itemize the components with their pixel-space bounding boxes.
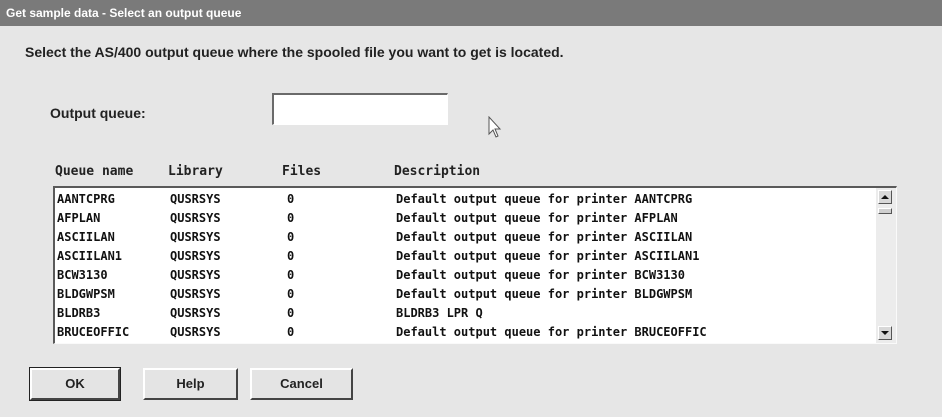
queue-library: QUSRSYS	[170, 230, 221, 244]
column-header-library: Library	[168, 164, 223, 179]
column-header-description: Description	[394, 164, 481, 179]
window-title: Get sample data - Select an output queue	[0, 0, 942, 26]
help-button[interactable]: Help	[143, 368, 238, 400]
queue-files: 0	[287, 192, 295, 206]
arrow-up-icon	[881, 195, 889, 199]
list-item[interactable]: AFPLAN QUSRSYS 0 Default output queue fo…	[55, 210, 875, 226]
queue-description: BLDRB3 LPR Q	[396, 306, 483, 320]
queue-files: 0	[287, 325, 295, 339]
queue-files: 0	[287, 306, 295, 320]
scroll-down-button[interactable]	[878, 326, 892, 340]
column-header-files: Files	[282, 164, 322, 179]
queue-library: QUSRSYS	[170, 287, 221, 301]
queue-library: QUSRSYS	[170, 249, 221, 263]
queue-files: 0	[287, 287, 295, 301]
queue-name: ASCIILAN	[57, 230, 115, 244]
queue-library: QUSRSYS	[170, 325, 221, 339]
queue-description: Default output queue for printer AFPLAN	[396, 211, 678, 225]
cancel-button[interactable]: Cancel	[250, 368, 353, 400]
arrow-down-icon	[881, 331, 889, 335]
queue-library: QUSRSYS	[170, 268, 221, 282]
queue-files: 0	[287, 230, 295, 244]
vertical-scrollbar[interactable]	[876, 188, 896, 343]
list-item[interactable]: BLDGWPSM QUSRSYS 0 Default output queue …	[55, 286, 875, 302]
queue-library: QUSRSYS	[170, 211, 221, 225]
queue-name: ASCIILAN1	[57, 249, 123, 263]
scroll-up-button[interactable]	[878, 190, 892, 204]
scroll-thumb[interactable]	[878, 208, 892, 214]
output-queue-list[interactable]: AANTCPRG QUSRSYS 0 Default output queue …	[53, 186, 897, 344]
dialog-body: Select the AS/400 output queue where the…	[0, 26, 942, 417]
list-item[interactable]: ASCIILAN QUSRSYS 0 Default output queue …	[55, 229, 875, 245]
list-item[interactable]: ASCIILAN1 QUSRSYS 0 Default output queue…	[55, 248, 875, 264]
ok-button[interactable]: OK	[30, 368, 120, 400]
column-header-queue-name: Queue name	[55, 164, 134, 179]
queue-description: Default output queue for printer BRUCEOF…	[396, 325, 707, 339]
queue-description: Default output queue for printer ASCIILA…	[396, 249, 700, 263]
list-item[interactable]: AANTCPRG QUSRSYS 0 Default output queue …	[55, 191, 875, 207]
queue-library: QUSRSYS	[170, 192, 221, 206]
list-item[interactable]: BLDRB3 QUSRSYS 0 BLDRB3 LPR Q	[55, 305, 875, 321]
queue-name: BLDGWPSM	[57, 287, 115, 301]
queue-name: AANTCPRG	[57, 192, 115, 206]
queue-library: QUSRSYS	[170, 306, 221, 320]
queue-description: Default output queue for printer AANTCPR…	[396, 192, 693, 206]
queue-description: Default output queue for printer ASCIILA…	[396, 230, 693, 244]
queue-description: Default output queue for printer BLDGWPS…	[396, 287, 693, 301]
list-item[interactable]: BCW3130 QUSRSYS 0 Default output queue f…	[55, 267, 875, 283]
instructions-text: Select the AS/400 output queue where the…	[25, 44, 564, 60]
queue-files: 0	[287, 249, 295, 263]
queue-name: BLDRB3	[57, 306, 101, 320]
queue-files: 0	[287, 211, 295, 225]
output-queue-label: Output queue:	[50, 105, 146, 121]
queue-name: BCW3130	[57, 268, 108, 282]
queue-description: Default output queue for printer BCW3130	[396, 268, 685, 282]
output-queue-input[interactable]	[272, 93, 448, 125]
queue-name: BRUCEOFFIC	[57, 325, 130, 339]
mouse-pointer-icon	[488, 116, 502, 138]
queue-files: 0	[287, 268, 295, 282]
list-item[interactable]: BRUCEOFFIC QUSRSYS 0 Default output queu…	[55, 324, 875, 340]
queue-name: AFPLAN	[57, 211, 101, 225]
